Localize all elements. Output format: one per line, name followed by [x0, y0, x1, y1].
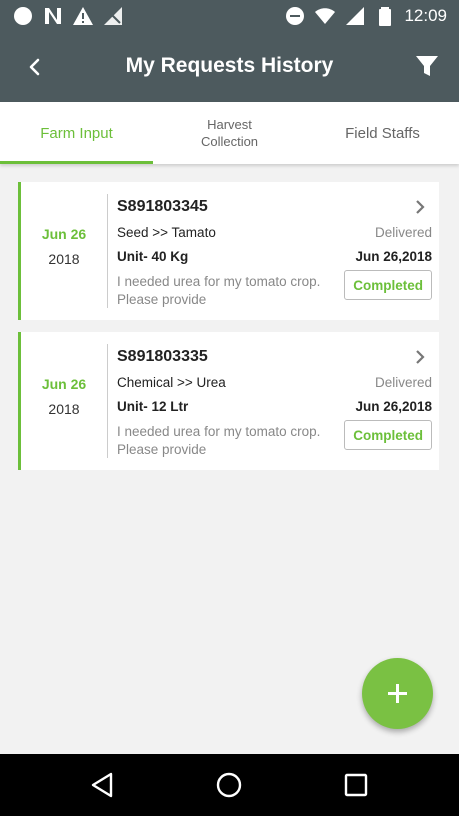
- tab-farm-input[interactable]: Farm Input: [0, 102, 153, 164]
- tab-field-staffs[interactable]: Field Staffs: [306, 102, 459, 164]
- filter-icon[interactable]: [413, 52, 441, 80]
- nfc-icon: [45, 8, 61, 24]
- request-unit: Unit- 12 Ltr: [117, 399, 189, 414]
- request-date-year: 2018: [48, 251, 80, 267]
- circle-icon: [14, 7, 32, 25]
- no-signal-icon: [104, 7, 122, 25]
- plus-icon: [388, 684, 407, 703]
- request-item: Chemical >> Urea: [117, 375, 226, 390]
- nav-recents-icon[interactable]: [341, 770, 371, 800]
- delivery-date: Jun 26,2018: [355, 399, 432, 414]
- battery-icon: [379, 7, 392, 26]
- tab-harvest-collection[interactable]: Harvest Collection: [153, 102, 306, 164]
- request-item: Seed >> Tamato: [117, 225, 216, 240]
- signal-icon: [346, 7, 365, 25]
- delivery-status: Delivered: [374, 375, 432, 390]
- request-date-year: 2018: [48, 401, 80, 417]
- warning-icon: [73, 7, 93, 25]
- divider: [107, 194, 108, 308]
- request-date: Jun 26 2018: [21, 226, 107, 267]
- chevron-right-icon[interactable]: [412, 199, 428, 215]
- nav-home-icon[interactable]: [214, 770, 244, 800]
- delivery-status: Delivered: [374, 225, 432, 240]
- tab-harvest-collection-label: Harvest Collection: [200, 117, 259, 149]
- dnd-icon: [286, 7, 305, 25]
- chevron-right-icon[interactable]: [412, 349, 428, 365]
- request-description: I needed urea for my tomato crop. Please…: [117, 424, 321, 457]
- request-date-month-day: Jun 26: [41, 376, 87, 392]
- nav-back-icon[interactable]: [87, 770, 117, 800]
- page-title: My Requests History: [125, 54, 334, 77]
- request-date: Jun 26 2018: [21, 376, 107, 417]
- tab-bar: Farm Input Harvest Collection Field Staf…: [0, 102, 459, 164]
- request-description: I needed urea for my tomato crop. Please…: [117, 274, 321, 307]
- status-bar: 12:09: [0, 0, 459, 32]
- delivery-date: Jun 26,2018: [355, 249, 432, 264]
- clock: 12:09: [404, 6, 447, 25]
- request-id: S891803335: [117, 348, 208, 365]
- status-badge: Completed: [344, 270, 432, 300]
- request-unit: Unit- 40 Kg: [117, 249, 189, 264]
- toolbar: My Requests History: [0, 32, 459, 102]
- request-id: S891803345: [117, 198, 208, 215]
- request-date-month-day: Jun 26: [41, 226, 87, 242]
- divider: [107, 344, 108, 458]
- request-card[interactable]: Jun 26 2018 S891803345 Seed >> Tamato De…: [18, 182, 439, 320]
- request-card[interactable]: Jun 26 2018 S891803335 Chemical >> Urea …: [18, 332, 439, 470]
- status-badge: Completed: [344, 420, 432, 450]
- system-nav-bar: [0, 754, 459, 816]
- wifi-icon: [315, 8, 336, 24]
- add-request-button[interactable]: [362, 658, 433, 729]
